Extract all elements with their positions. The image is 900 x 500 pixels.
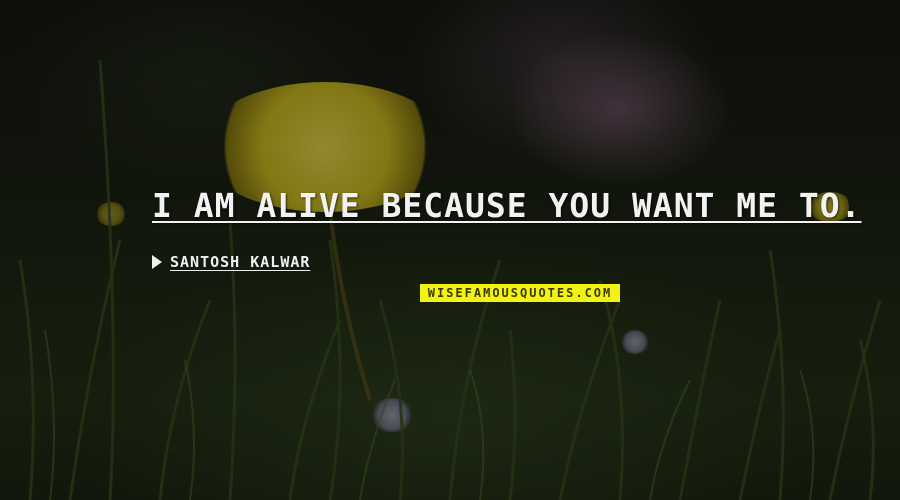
author-line: Santosh Kalwar [152,251,310,273]
background-photo: I am alive because you want me to. Santo… [0,0,900,500]
watermark-badge: WISEFAMOUSQUOTES.COM [420,284,620,302]
dark-overlay [0,0,900,500]
play-arrow-icon [152,255,162,269]
author-name: Santosh Kalwar [170,253,311,271]
quote-text: I am alive because you want me to. [152,186,862,225]
